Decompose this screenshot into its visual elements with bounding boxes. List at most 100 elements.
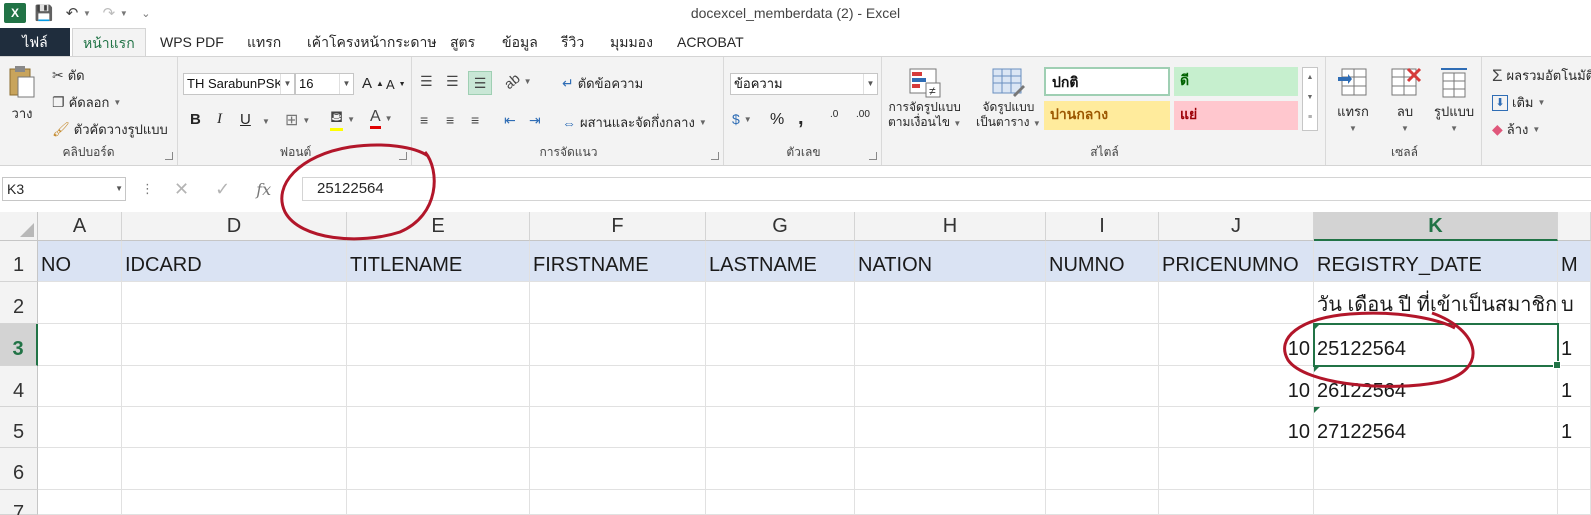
empty-cell[interactable] (1314, 490, 1558, 515)
empty-cell[interactable] (1046, 324, 1159, 366)
empty-cell[interactable] (855, 324, 1046, 366)
autosum-button[interactable]: Σ ผลรวมอัตโนมัติ (1492, 65, 1591, 86)
row-header-2[interactable]: 2 (0, 282, 38, 324)
cell-k5[interactable]: 27122564 (1314, 407, 1558, 448)
clear-button[interactable]: ◆ ล้าง ▼ (1492, 119, 1540, 140)
shrink-font-button[interactable]: A ▼ (386, 77, 406, 92)
wrap-text-button[interactable]: ↵ ตัดข้อความ (562, 73, 643, 94)
empty-cell[interactable] (530, 324, 706, 366)
font-size-dropdown-icon[interactable]: ▼ (339, 74, 353, 94)
underline-dropdown-icon[interactable]: ▼ (262, 117, 270, 126)
empty-cell[interactable] (1159, 490, 1314, 515)
cell-k2[interactable]: วัน เดือน ปี ที่เข้าเป็นสมาชิก (1314, 282, 1558, 324)
cut-button[interactable]: ✂ ตัด (52, 65, 85, 86)
empty-cell[interactable] (122, 366, 347, 407)
style-normal[interactable]: ปกติ (1044, 67, 1170, 96)
increase-indent-button[interactable]: ⇥ (529, 112, 541, 129)
cell-k3[interactable]: 25122564 (1314, 324, 1558, 366)
accounting-dropdown-icon[interactable]: ▼ (744, 115, 752, 124)
cell-j1[interactable]: PRICENUMNO (1159, 241, 1314, 282)
empty-cell[interactable] (1046, 490, 1159, 515)
merge-center-dropdown-icon[interactable]: ▼ (699, 118, 707, 127)
align-right-button[interactable]: ≡ (471, 112, 479, 128)
empty-cell[interactable] (530, 282, 706, 324)
empty-cell[interactable] (706, 282, 855, 324)
empty-cell[interactable] (38, 490, 122, 515)
empty-cell[interactable] (530, 448, 706, 490)
tab-formulas[interactable]: สูตร (440, 28, 485, 56)
comma-style-button[interactable]: , (798, 107, 804, 130)
empty-cell[interactable] (706, 448, 855, 490)
cell-l5[interactable]: 1 (1558, 407, 1591, 448)
cell-j3[interactable]: 10 (1159, 324, 1314, 366)
insert-cells-button[interactable]: แทรก ▼ (1336, 65, 1370, 133)
cell-l4[interactable]: 1 (1558, 366, 1591, 407)
empty-cell[interactable] (122, 448, 347, 490)
format-cells-dropdown-icon[interactable]: ▼ (1450, 124, 1458, 133)
cell-f1[interactable]: FIRSTNAME (530, 241, 706, 282)
empty-cell[interactable] (38, 448, 122, 490)
cell-h1[interactable]: NATION (855, 241, 1046, 282)
column-header-k[interactable]: K (1314, 212, 1558, 241)
tab-insert[interactable]: แทรก (237, 28, 291, 56)
empty-cell[interactable] (855, 366, 1046, 407)
column-header-j[interactable]: J (1159, 212, 1314, 241)
align-left-button[interactable]: ≡ (420, 112, 428, 128)
cell-a1[interactable]: NO (38, 241, 122, 282)
empty-cell[interactable] (347, 366, 530, 407)
empty-cell[interactable] (122, 407, 347, 448)
row-header-7[interactable]: 7 (0, 490, 38, 515)
cancel-icon[interactable]: ✕ (174, 179, 189, 200)
styles-gallery-scroll[interactable]: ▲ ▼ ≡ (1302, 67, 1318, 131)
orientation-dropdown-icon[interactable]: ▼ (524, 77, 532, 86)
align-center-button[interactable]: ≡ (446, 112, 454, 128)
decrease-indent-button[interactable]: ⇤ (504, 112, 516, 129)
style-neutral[interactable]: ปานกลาง (1044, 101, 1170, 130)
cell-l2[interactable]: บ (1558, 282, 1591, 324)
name-box[interactable]: K3 ▼ (2, 177, 126, 201)
column-header-l[interactable] (1558, 212, 1591, 241)
tab-wps-pdf[interactable]: WPS PDF (150, 28, 234, 56)
italic-button[interactable]: I (217, 111, 222, 128)
cell-l3[interactable]: 1 (1558, 324, 1591, 366)
row-header-5[interactable]: 5 (0, 407, 38, 448)
tab-review[interactable]: รีวิว (551, 28, 594, 56)
empty-cell[interactable] (855, 282, 1046, 324)
column-header-g[interactable]: G (706, 212, 855, 241)
bold-button[interactable]: B (190, 111, 201, 128)
insert-cells-dropdown-icon[interactable]: ▼ (1349, 124, 1357, 133)
empty-cell[interactable] (122, 490, 347, 515)
fill-dropdown-icon[interactable]: ▼ (1537, 98, 1545, 107)
decrease-decimal-button[interactable]: .00 (856, 109, 870, 120)
row-header-3[interactable]: 3 (0, 324, 38, 366)
cell-k4[interactable]: 26122564 (1314, 366, 1558, 407)
style-bad[interactable]: แย่ (1174, 101, 1298, 130)
column-header-d[interactable]: D (122, 212, 347, 241)
empty-cell[interactable] (706, 490, 855, 515)
tab-data[interactable]: ข้อมูล (492, 28, 548, 56)
empty-cell[interactable] (1046, 366, 1159, 407)
format-as-table-button[interactable]: จัดรูปแบบ เป็นตาราง ▼ (976, 67, 1041, 131)
empty-cell[interactable] (38, 324, 122, 366)
number-format-select[interactable]: ข้อความ ▼ (730, 73, 878, 95)
empty-cell[interactable] (347, 324, 530, 366)
cell-l1[interactable]: M (1558, 241, 1591, 282)
empty-cell[interactable] (530, 490, 706, 515)
column-header-h[interactable]: H (855, 212, 1046, 241)
empty-cell[interactable] (347, 490, 530, 515)
font-size-select[interactable]: 16 ▼ (295, 73, 354, 95)
number-format-dropdown-icon[interactable]: ▼ (863, 74, 877, 94)
tab-page-layout[interactable]: เค้าโครงหน้ากระดาษ (297, 28, 447, 56)
empty-cell[interactable] (122, 324, 347, 366)
orientation-button[interactable]: ab ▼ (501, 70, 532, 92)
empty-cell[interactable] (1314, 448, 1558, 490)
formula-input[interactable]: 25122564 (302, 177, 1591, 201)
column-header-i[interactable]: I (1046, 212, 1159, 241)
cell-e1[interactable]: TITLENAME (347, 241, 530, 282)
empty-cell[interactable] (530, 366, 706, 407)
delete-cells-button[interactable]: ลบ ▼ (1388, 65, 1422, 133)
font-name-select[interactable]: TH SarabunPSK ▼ (183, 73, 295, 95)
empty-cell[interactable] (706, 324, 855, 366)
increase-decimal-button[interactable]: .0 (830, 109, 838, 120)
clear-dropdown-icon[interactable]: ▼ (1532, 125, 1540, 134)
